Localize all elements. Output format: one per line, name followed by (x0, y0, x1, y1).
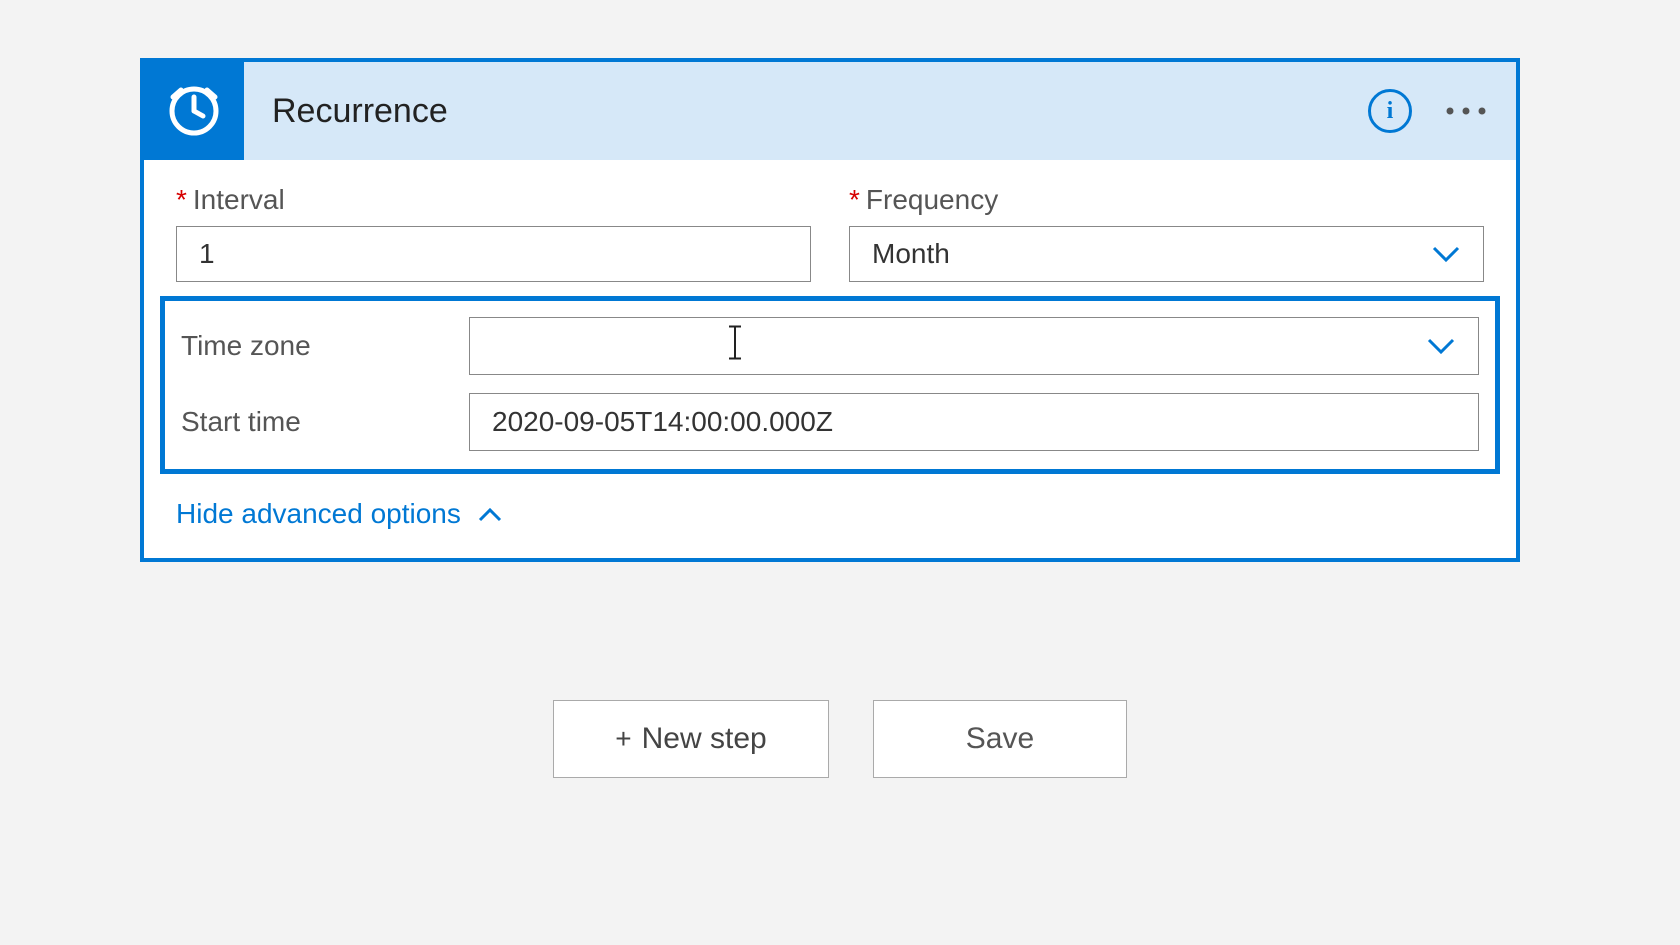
interval-label-text: Interval (193, 184, 285, 215)
starttime-label: Start time (181, 406, 469, 438)
bottom-actions: + New step Save (0, 700, 1680, 778)
starttime-value: 2020-09-05T14:00:00.000Z (492, 406, 833, 438)
toggle-label: Hide advanced options (176, 498, 461, 530)
interval-label: *Interval (176, 184, 811, 216)
starttime-row: Start time 2020-09-05T14:00:00.000Z (181, 393, 1479, 451)
row-interval-frequency: *Interval 1 *Frequency Month (176, 184, 1484, 282)
hide-advanced-options-link[interactable]: Hide advanced options (176, 498, 503, 530)
card-header: Recurrence i (144, 62, 1516, 160)
timezone-select[interactable] (469, 317, 1479, 375)
info-icon[interactable]: i (1368, 89, 1412, 133)
recurrence-clock-icon (144, 62, 244, 160)
more-options-icon[interactable] (1444, 105, 1488, 117)
recurrence-card: Recurrence i *Interval 1 *Frequency (140, 58, 1520, 562)
save-button[interactable]: Save (873, 700, 1127, 778)
frequency-field: *Frequency Month (849, 184, 1484, 282)
card-title: Recurrence (272, 92, 1368, 131)
save-label: Save (966, 722, 1034, 756)
frequency-label-text: Frequency (866, 184, 998, 215)
interval-input[interactable]: 1 (176, 226, 811, 282)
chevron-down-icon (1426, 330, 1456, 362)
timezone-label: Time zone (181, 330, 469, 362)
interval-field: *Interval 1 (176, 184, 811, 282)
text-cursor-icon (725, 323, 745, 370)
timezone-row: Time zone (181, 317, 1479, 375)
plus-icon: + (615, 723, 631, 755)
chevron-down-icon (1431, 238, 1461, 270)
frequency-select[interactable]: Month (849, 226, 1484, 282)
new-step-label: New step (642, 722, 767, 756)
starttime-input[interactable]: 2020-09-05T14:00:00.000Z (469, 393, 1479, 451)
card-body: *Interval 1 *Frequency Month (144, 160, 1516, 558)
chevron-up-icon (477, 498, 503, 530)
frequency-value: Month (872, 238, 950, 270)
frequency-label: *Frequency (849, 184, 1484, 216)
interval-value: 1 (199, 238, 215, 270)
advanced-options-highlight: Time zone Start time 2020-09-05T (160, 296, 1500, 474)
new-step-button[interactable]: + New step (553, 700, 829, 778)
